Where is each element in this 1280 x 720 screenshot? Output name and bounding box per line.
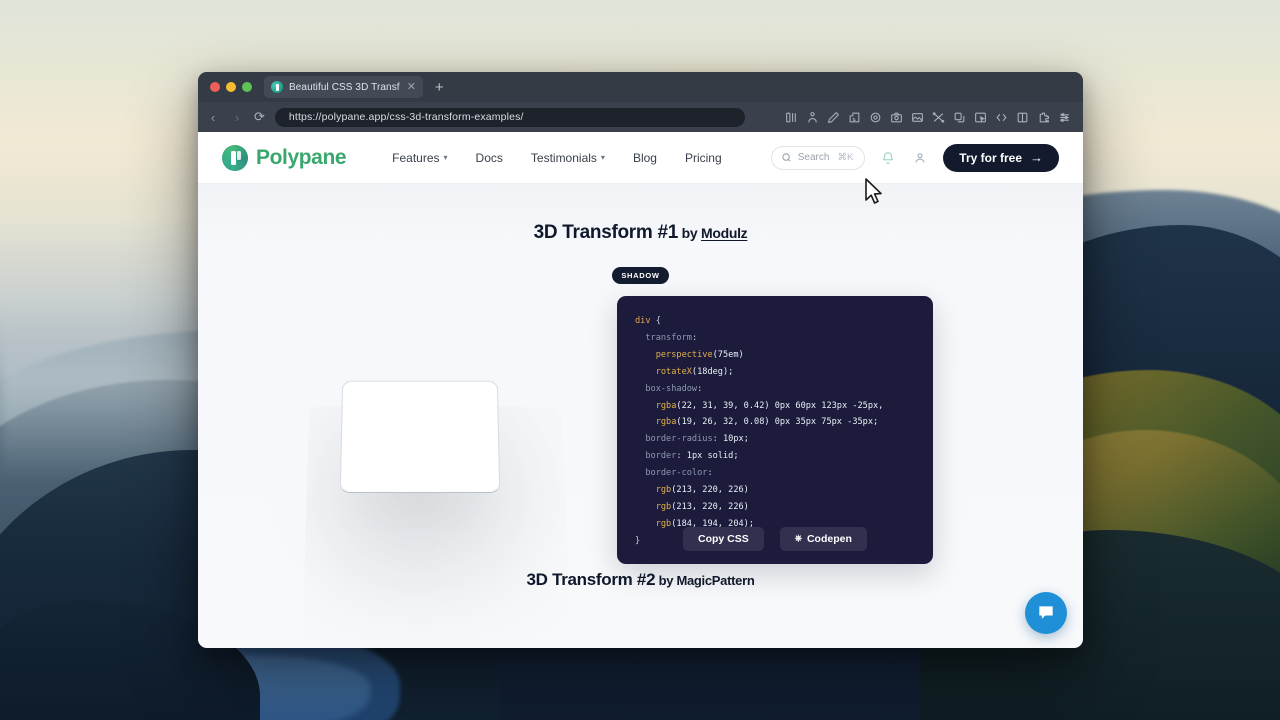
site-logo[interactable]: Polypane — [222, 144, 347, 171]
nav-label: Pricing — [684, 150, 722, 165]
tab-title: Beautiful CSS 3D Transf — [289, 81, 400, 93]
search-icon — [782, 153, 791, 162]
cta-label: Try for free — [959, 150, 1022, 165]
mouse-pointer — [865, 178, 882, 204]
split-view-icon[interactable] — [1012, 107, 1033, 127]
panels-icon[interactable] — [781, 107, 802, 127]
code-text: div { transform: perspective(75em) rotat… — [635, 316, 884, 546]
chevron-down-icon: ▾ — [600, 153, 605, 162]
primary-nav: Features ▾ Docs Testimonials ▾ Blog Pric — [392, 151, 721, 165]
camera-icon[interactable] — [886, 107, 907, 127]
title-text: 3D Transform #1 — [533, 222, 679, 243]
search-placeholder: Search — [797, 152, 830, 163]
by-label: by — [681, 225, 698, 241]
next-by-label: by — [658, 573, 674, 588]
page-title: 3D Transform #1 by Modulz — [198, 222, 1083, 244]
author-link[interactable]: Modulz — [701, 225, 748, 241]
codepen-label: Codepen — [806, 532, 852, 545]
reload-icon[interactable]: ⟳ — [254, 109, 265, 125]
logo-text: Polypane — [256, 145, 347, 169]
puzzle-icon[interactable] — [1033, 107, 1054, 127]
pencil-icon[interactable] — [823, 107, 844, 127]
new-tab-button[interactable]: + — [435, 80, 444, 95]
bell-icon[interactable] — [879, 149, 897, 167]
preview-column — [222, 296, 617, 576]
nav-item-features[interactable]: Features ▾ — [392, 151, 447, 165]
code-block: div { transform: perspective(75em) rotat… — [617, 296, 933, 564]
chevron-down-icon: ▾ — [443, 153, 448, 162]
next-title-text: 3D Transform #2 — [526, 570, 656, 589]
nav-item-docs[interactable]: Docs — [476, 151, 503, 165]
settings-sliders-icon[interactable] — [1054, 107, 1075, 127]
polypane-favicon-icon — [271, 81, 283, 93]
browser-tab-bar: Beautiful CSS 3D Transf ✕ + — [198, 72, 1083, 102]
desktop-background: Beautiful CSS 3D Transf ✕ + ‹ › ⟳ https:… — [0, 0, 1280, 720]
browser-url-bar: ‹ › ⟳ https://polypane.app/css-3d-transf… — [198, 102, 1083, 132]
nav-item-pricing[interactable]: Pricing — [685, 151, 722, 165]
nav-label: Blog — [632, 150, 657, 165]
badge-row: SHADOW — [198, 267, 1083, 284]
minimize-window-button[interactable] — [226, 82, 236, 92]
address-bar[interactable]: https://polypane.app/css-3d-transform-ex… — [274, 107, 745, 127]
try-for-free-button[interactable]: Try for free → — [943, 143, 1059, 172]
url-text: https://polypane.app/css-3d-transform-ex… — [288, 111, 524, 123]
arrow-right-icon: → — [1030, 150, 1043, 165]
search-shortcut: ⌘K — [837, 152, 854, 163]
3d-transform-preview-card — [339, 380, 500, 493]
polypane-toolbar — [781, 107, 1075, 127]
nav-label: Docs — [475, 150, 503, 165]
nav-label: Testimonials — [530, 150, 597, 165]
nav-item-blog[interactable]: Blog — [633, 151, 657, 165]
close-window-button[interactable] — [210, 82, 220, 92]
codepen-button[interactable]: ⎈ Codepen — [779, 526, 867, 551]
window-traffic-lights[interactable] — [206, 82, 252, 92]
user-icon[interactable] — [911, 149, 929, 167]
shuffle-icon[interactable] — [928, 107, 949, 127]
browser-tab[interactable]: Beautiful CSS 3D Transf ✕ — [264, 76, 423, 98]
header-actions: Search ⌘K Try for free → — [770, 143, 1059, 172]
accessibility-icon[interactable] — [802, 107, 823, 127]
code-actions: Copy CSS ⎈ Codepen — [683, 526, 867, 551]
target-icon[interactable] — [865, 107, 886, 127]
nav-item-testimonials[interactable]: Testimonials ▾ — [531, 151, 605, 165]
page-viewport: Polypane Features ▾ Docs Testimonials ▾ — [198, 132, 1083, 648]
status-badge: SHADOW — [612, 267, 669, 284]
next-author-link[interactable]: MagicPattern — [676, 573, 754, 588]
back-button[interactable]: ‹ — [206, 110, 220, 125]
copy-css-button[interactable]: Copy CSS — [683, 526, 764, 551]
codepen-icon: ⎈ — [794, 533, 802, 544]
next-section-title: 3D Transform #2 by MagicPattern — [198, 570, 1083, 590]
nav-label: Features — [392, 150, 440, 165]
copy-icon[interactable] — [949, 107, 970, 127]
ruler-icon[interactable] — [844, 107, 865, 127]
code-icon[interactable] — [991, 107, 1012, 127]
page-content: 3D Transform #1 by Modulz SHADOW div { t… — [198, 184, 1083, 589]
close-icon[interactable]: ✕ — [407, 81, 416, 93]
demo-row: div { transform: perspective(75em) rotat… — [198, 296, 1083, 576]
polypane-logo-icon — [222, 144, 248, 171]
site-header: Polypane Features ▾ Docs Testimonials ▾ — [198, 132, 1083, 184]
image-icon[interactable] — [907, 107, 928, 127]
cursor-select-icon[interactable] — [970, 107, 991, 127]
search-input[interactable]: Search ⌘K — [770, 145, 866, 170]
forward-button[interactable]: › — [230, 110, 244, 125]
chat-bubble-icon — [1039, 606, 1053, 619]
maximize-window-button[interactable] — [242, 82, 252, 92]
chat-widget-button[interactable] — [1025, 592, 1067, 634]
browser-window: Beautiful CSS 3D Transf ✕ + ‹ › ⟳ https:… — [198, 72, 1083, 648]
